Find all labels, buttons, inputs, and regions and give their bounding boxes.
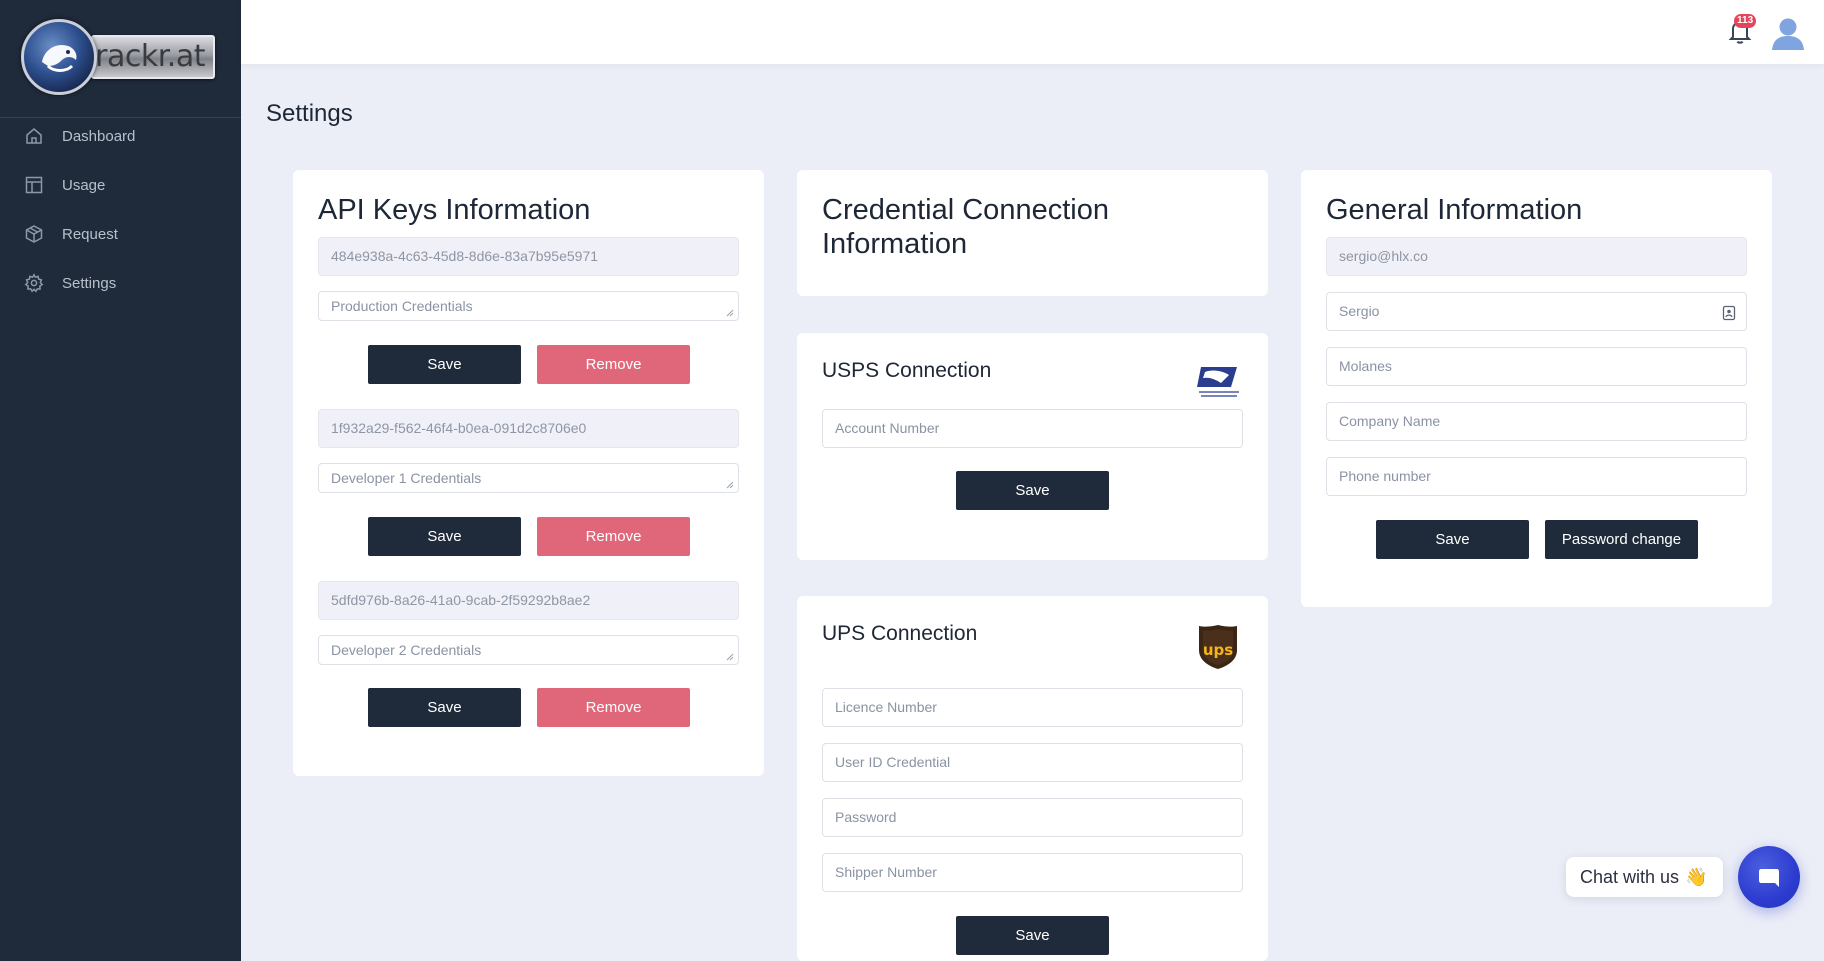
layout-icon (22, 173, 46, 197)
chat-bubble-icon (1759, 869, 1779, 887)
sidebar-item-usage[interactable]: Usage (22, 167, 222, 203)
sidebar-item-label: Request (62, 225, 118, 243)
sidebar-item-label: Usage (62, 176, 106, 194)
sidebar-item-label: Settings (62, 274, 117, 292)
save-button[interactable]: Save (956, 916, 1109, 955)
remove-button[interactable]: Remove (537, 517, 690, 556)
save-button[interactable]: Save (368, 345, 521, 384)
usps-connection-title: USPS Connection (822, 359, 992, 382)
chat-with-us-prompt[interactable]: Chat with us 👋 (1566, 857, 1723, 897)
trackr-logo[interactable]: trackr.at (21, 19, 217, 95)
api-key-field[interactable]: 484e938a-4c63-45d8-8d6e-83a7b95e5971 (318, 237, 739, 276)
api-key-field[interactable]: 5dfd976b-8a26-41a0-9cab-2f59292b8ae2 (318, 581, 739, 620)
user-avatar-icon[interactable] (1768, 12, 1808, 52)
password-change-button[interactable]: Password change (1545, 520, 1698, 559)
sidebar-item-settings[interactable]: Settings (22, 265, 222, 301)
licence-number-field[interactable]: Licence Number (822, 688, 1243, 727)
account-number-field[interactable]: Account Number (822, 409, 1243, 448)
api-keys-title: API Keys Information (318, 194, 591, 226)
last-name-field[interactable]: Molanes (1326, 347, 1747, 386)
top-bar (241, 0, 1824, 64)
home-icon (22, 124, 46, 148)
api-keys-card: API Keys Information 484e938a-4c63-45d8-… (293, 170, 764, 776)
sidebar: trackr.at Dashboard Usage Request Settin… (0, 0, 241, 961)
ups-connection-card: UPS Connection ups Licence Number User I… (797, 596, 1268, 961)
password-field[interactable]: Password (822, 798, 1243, 837)
save-button[interactable]: Save (1376, 520, 1529, 559)
save-button[interactable]: Save (368, 688, 521, 727)
email-field[interactable]: sergio@hlx.co (1326, 237, 1747, 276)
resize-grip-icon[interactable] (726, 481, 734, 489)
remove-button[interactable]: Remove (537, 688, 690, 727)
chat-launcher-button[interactable] (1738, 846, 1800, 908)
first-name-value: Sergio (1339, 303, 1380, 319)
remove-button[interactable]: Remove (537, 345, 690, 384)
credential-connection-title: Credential Connection Information (822, 194, 1109, 260)
svg-text:ups: ups (1203, 641, 1233, 659)
general-information-title: General Information (1326, 194, 1583, 226)
shipper-number-field[interactable]: Shipper Number (822, 853, 1243, 892)
user-id-field[interactable]: User ID Credential (822, 743, 1243, 782)
resize-grip-icon[interactable] (726, 653, 734, 661)
ups-connection-title: UPS Connection (822, 622, 978, 645)
usps-connection-card: USPS Connection Account Number Save (797, 333, 1268, 560)
chat-label: Chat with us (1580, 866, 1680, 887)
contact-card-icon[interactable] (1722, 305, 1736, 321)
company-name-field[interactable]: Company Name (1326, 402, 1747, 441)
save-button[interactable]: Save (956, 471, 1109, 510)
api-key-field[interactable]: 1f932a29-f562-46f4-b0ea-091d2c8706e0 (318, 409, 739, 448)
sidebar-item-request[interactable]: Request (22, 216, 222, 252)
box-icon (22, 222, 46, 246)
logo-emblem-icon (21, 19, 97, 95)
ups-logo-icon: ups (1198, 624, 1238, 670)
save-button[interactable]: Save (368, 517, 521, 556)
credential-name-field[interactable]: Production Credentials (318, 291, 739, 321)
notification-badge: 113 (1734, 14, 1757, 28)
usps-logo-icon (1195, 363, 1241, 401)
sidebar-item-label: Dashboard (62, 127, 136, 145)
phone-number-field[interactable]: Phone number (1326, 457, 1747, 496)
resize-grip-icon[interactable] (726, 309, 734, 317)
credential-name-field[interactable]: Developer 2 Credentials (318, 635, 739, 665)
credential-connection-card: Credential Connection Information (797, 170, 1268, 296)
page-title: Settings (266, 100, 353, 127)
first-name-field[interactable]: Sergio (1326, 292, 1747, 331)
gear-icon (22, 271, 46, 295)
wave-emoji-icon: 👋 (1685, 866, 1708, 887)
general-information-card: General Information sergio@hlx.co Sergio… (1301, 170, 1772, 607)
credential-name-field[interactable]: Developer 1 Credentials (318, 463, 739, 493)
sidebar-item-dashboard[interactable]: Dashboard (22, 118, 222, 154)
